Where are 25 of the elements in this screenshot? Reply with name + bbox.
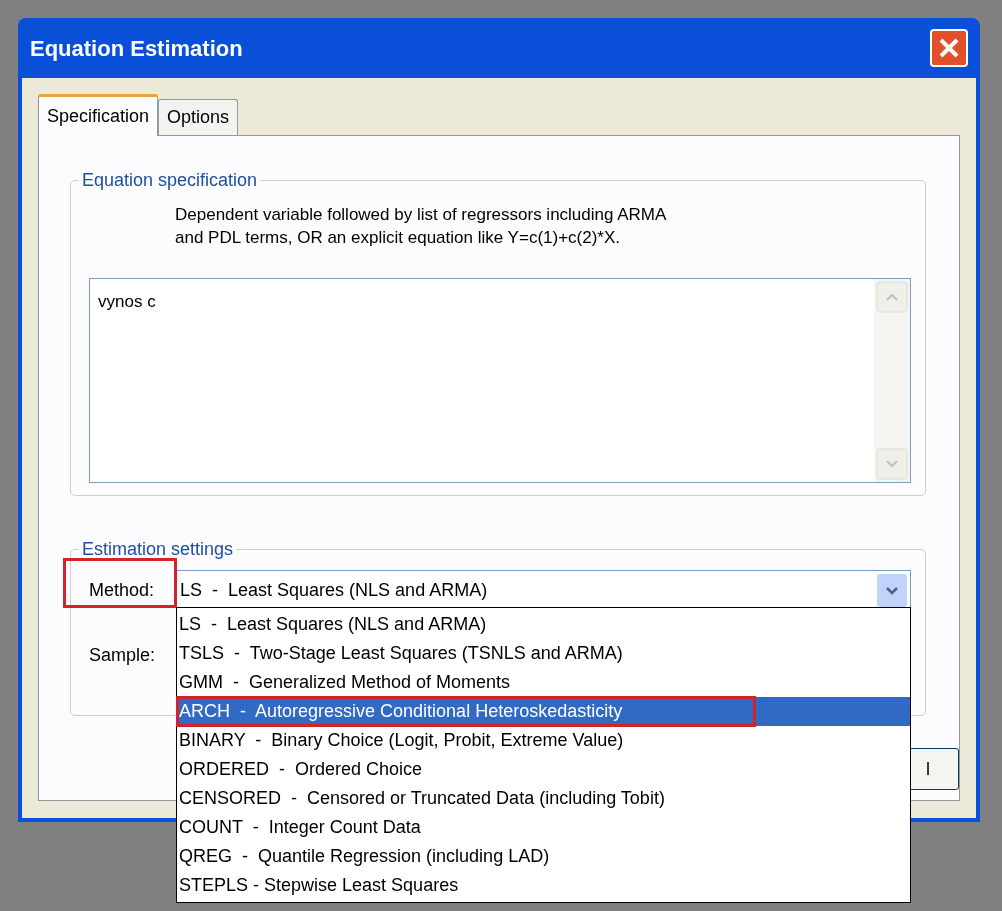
- scrollbar[interactable]: [874, 279, 910, 482]
- dropdown-item[interactable]: COUNT - Integer Count Data: [177, 813, 910, 842]
- method-label: Method:: [89, 579, 155, 602]
- dropdown-value: LS - Least Squares (NLS and ARMA): [180, 579, 488, 602]
- close-icon: [938, 37, 960, 59]
- sample-label: Sample:: [89, 644, 156, 667]
- dropdown-item[interactable]: LS - Least Squares (NLS and ARMA): [177, 610, 910, 639]
- scroll-up-icon[interactable]: [876, 281, 908, 313]
- dropdown-item[interactable]: GMM - Generalized Method of Moments: [177, 668, 910, 697]
- dropdown-item[interactable]: CENSORED - Censored or Truncated Data (including Tobit): [177, 784, 910, 813]
- close-button[interactable]: [930, 29, 968, 67]
- window-title: Equation Estimation: [30, 34, 243, 63]
- field-value: vynos c: [97, 291, 157, 313]
- dropdown-item[interactable]: QREG - Quantile Regression (including LAD): [177, 842, 910, 871]
- dropdown-item[interactable]: BINARY - Binary Choice (Logit, Probit, Extreme Value): [177, 726, 910, 755]
- tab[interactable]: Specification: [38, 94, 159, 136]
- caret-icon[interactable]: [877, 574, 907, 607]
- hint-text: and PDL terms, OR an explicit equation like Y=c(1)+c(2)*X.: [175, 227, 622, 249]
- dropdown-item[interactable]: TSLS - Two-Stage Least Squares (TSNLS and ARMA): [177, 639, 910, 668]
- tab[interactable]: Options: [158, 99, 239, 135]
- scroll-down-icon[interactable]: [876, 448, 908, 480]
- hint-text: Dependent variable followed by list of regressors including ARMA: [175, 204, 667, 226]
- dropdown-item[interactable]: STEPLS - Stepwise Least Squares: [177, 871, 910, 900]
- dropdown-item[interactable]: ORDERED - Ordered Choice: [177, 755, 910, 784]
- equation-field[interactable]: vynos c: [89, 278, 911, 483]
